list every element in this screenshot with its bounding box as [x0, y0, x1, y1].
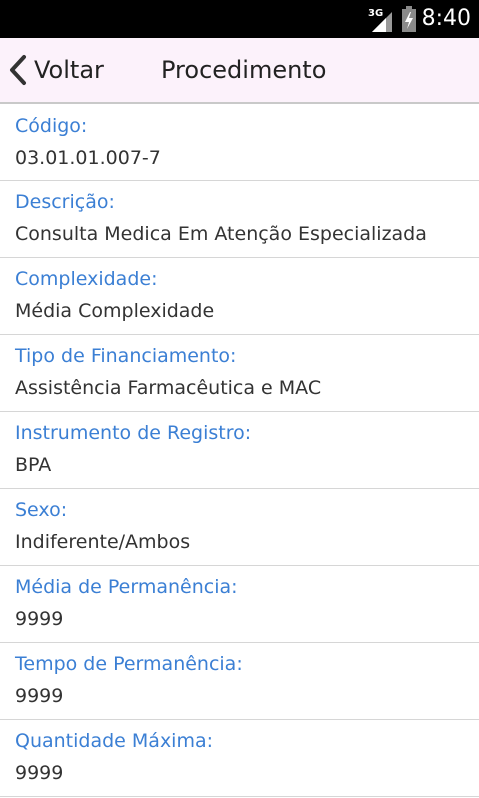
- field-label: Média de Permanência:: [15, 576, 238, 598]
- status-bar: 3G 8:40: [0, 0, 479, 38]
- field-value: 03.01.01.007-7: [15, 147, 161, 169]
- field-quantidade-maxima: Quantidade Máxima: 9999: [0, 720, 479, 797]
- field-label: Tempo de Permanência:: [15, 653, 243, 675]
- procedure-detail-list[interactable]: Código: 03.01.01.007-7 Descrição: Consul…: [0, 105, 479, 797]
- field-sexo: Sexo: Indiferente/Ambos: [0, 489, 479, 566]
- signal-3g-icon: 3G: [368, 8, 392, 32]
- field-label: Código:: [15, 115, 88, 137]
- field-descricao: Descrição: Consulta Medica Em Atenção Es…: [0, 181, 479, 258]
- chevron-left-icon: [10, 55, 26, 85]
- field-label: Complexidade:: [15, 268, 158, 290]
- field-value: 9999: [15, 608, 64, 630]
- field-tipo-financiamento: Tipo de Financiamento: Assistência Farma…: [0, 335, 479, 412]
- field-label: Quantidade Máxima:: [15, 730, 214, 752]
- action-bar: Voltar Procedimento: [0, 38, 479, 104]
- status-time: 8:40: [421, 6, 471, 31]
- back-button[interactable]: Voltar: [8, 50, 104, 90]
- battery-charging-icon: [402, 6, 416, 32]
- field-value: BPA: [15, 454, 52, 476]
- field-codigo: Código: 03.01.01.007-7: [0, 105, 479, 181]
- field-value: 9999: [15, 762, 64, 784]
- field-value: Indiferente/Ambos: [15, 531, 191, 553]
- field-label: Sexo:: [15, 499, 68, 521]
- field-label: Descrição:: [15, 191, 115, 213]
- field-complexidade: Complexidade: Média Complexidade: [0, 258, 479, 335]
- network-type-label: 3G: [368, 8, 383, 19]
- field-media-permanencia: Média de Permanência: 9999: [0, 566, 479, 643]
- field-tempo-permanencia: Tempo de Permanência: 9999: [0, 643, 479, 720]
- field-label: Tipo de Financiamento:: [15, 345, 237, 367]
- field-instrumento-registro: Instrumento de Registro: BPA: [0, 412, 479, 489]
- field-value: Assistência Farmacêutica e MAC: [15, 377, 322, 399]
- field-value: Média Complexidade: [15, 300, 215, 322]
- field-value: 9999: [15, 685, 64, 707]
- back-button-label: Voltar: [34, 56, 104, 84]
- page-title: Procedimento: [161, 56, 327, 84]
- field-value: Consulta Medica Em Atenção Especializada: [15, 223, 427, 245]
- field-label: Instrumento de Registro:: [15, 422, 252, 444]
